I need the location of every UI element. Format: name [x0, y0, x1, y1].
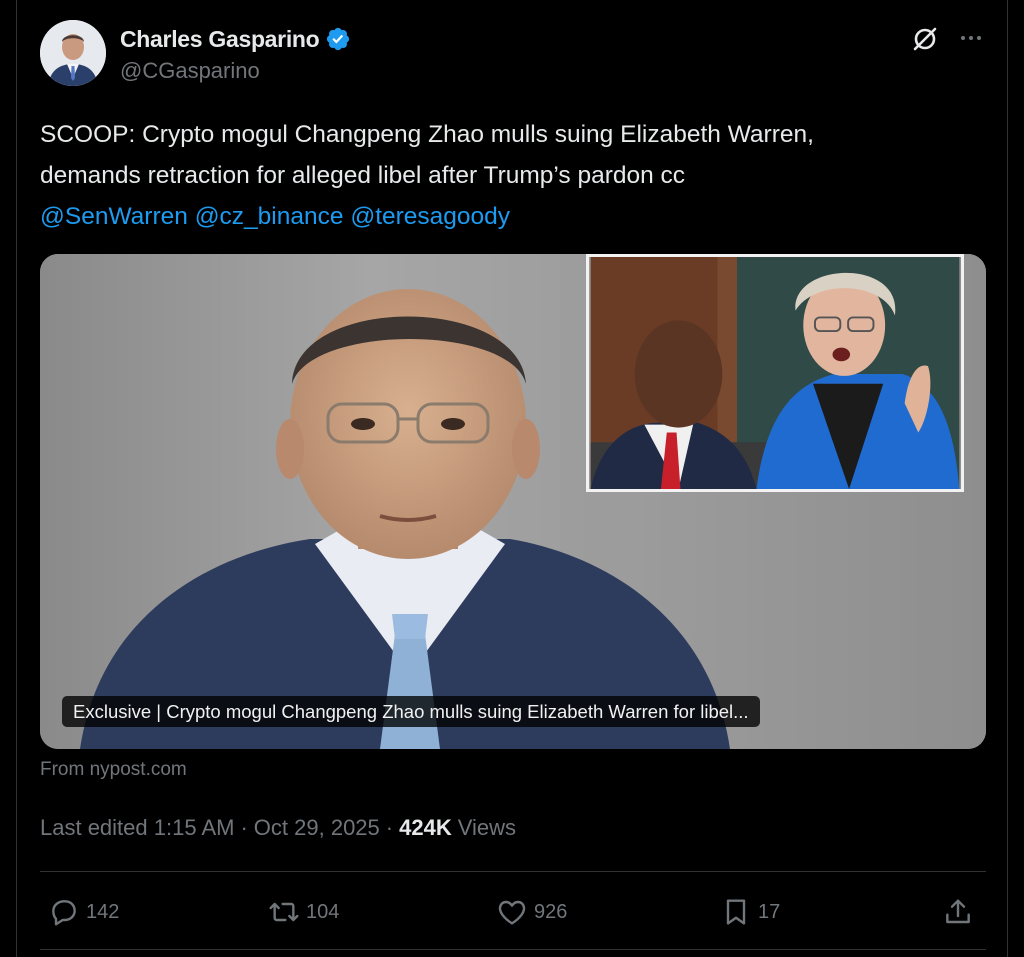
author-display-name[interactable]: Charles Gasparino [120, 26, 320, 53]
tweet-meta: Last edited 1:15 AM · Oct 29, 2025 · 424… [40, 815, 516, 841]
grok-icon[interactable] [910, 24, 940, 54]
inset-photo-art [590, 257, 960, 489]
bookmark-count: 17 [758, 900, 781, 923]
bookmark-button[interactable]: 17 [720, 892, 780, 932]
views-label: Views [457, 815, 516, 840]
edited-label[interactable]: Last edited 1:15 AM [40, 815, 234, 841]
more-dot [969, 36, 973, 40]
share-icon [946, 899, 970, 924]
meta-separator: · [240, 815, 248, 840]
more-icon[interactable] [956, 28, 986, 48]
repost-icon [269, 902, 299, 922]
reply-button[interactable]: 142 [48, 892, 119, 932]
reply-count: 142 [86, 900, 120, 923]
author-name-row: Charles Gasparino [120, 24, 351, 54]
tweet-text-line: demands retraction for alleged libel aft… [40, 162, 686, 189]
verified-icon [325, 26, 351, 52]
tweet-mentions: @SenWarren @cz_binance @teresagoody [40, 196, 980, 237]
tweet-text: SCOOP: Crypto mogul Changpeng Zhao mulls… [40, 114, 980, 237]
author-handle[interactable]: @CGasparino [120, 58, 260, 84]
like-icon [498, 900, 526, 925]
avatar-portrait [40, 20, 106, 86]
tweet-date[interactable]: Oct 29, 2025 [254, 815, 380, 841]
tweet-text-line: SCOOP: Crypto mogul Changpeng Zhao mulls… [40, 121, 814, 148]
card-inset-photo [586, 254, 964, 492]
card-source[interactable]: From nypost.com [40, 759, 187, 781]
mention-link[interactable]: @cz_binance [195, 203, 344, 230]
action-bar: 142 104 926 17 [40, 878, 986, 946]
repost-count: 104 [306, 900, 340, 923]
views-count: 424K [399, 815, 452, 840]
link-card[interactable]: Exclusive | Crypto mogul Changpeng Zhao … [40, 254, 986, 749]
more-dot [977, 36, 981, 40]
divider [40, 949, 986, 950]
mention-link[interactable]: @teresagoody [350, 203, 510, 230]
reply-icon [52, 900, 76, 926]
meta-separator: · [385, 815, 394, 840]
share-button[interactable] [942, 892, 974, 932]
like-count: 926 [534, 900, 568, 923]
more-dot [961, 36, 965, 40]
like-button[interactable]: 926 [496, 892, 567, 932]
divider [40, 871, 986, 872]
bookmark-icon [726, 899, 746, 925]
repost-button[interactable]: 104 [268, 892, 339, 932]
mention-link[interactable]: @SenWarren [40, 203, 188, 230]
card-caption: Exclusive | Crypto mogul Changpeng Zhao … [62, 696, 760, 727]
author-avatar[interactable] [40, 20, 106, 86]
